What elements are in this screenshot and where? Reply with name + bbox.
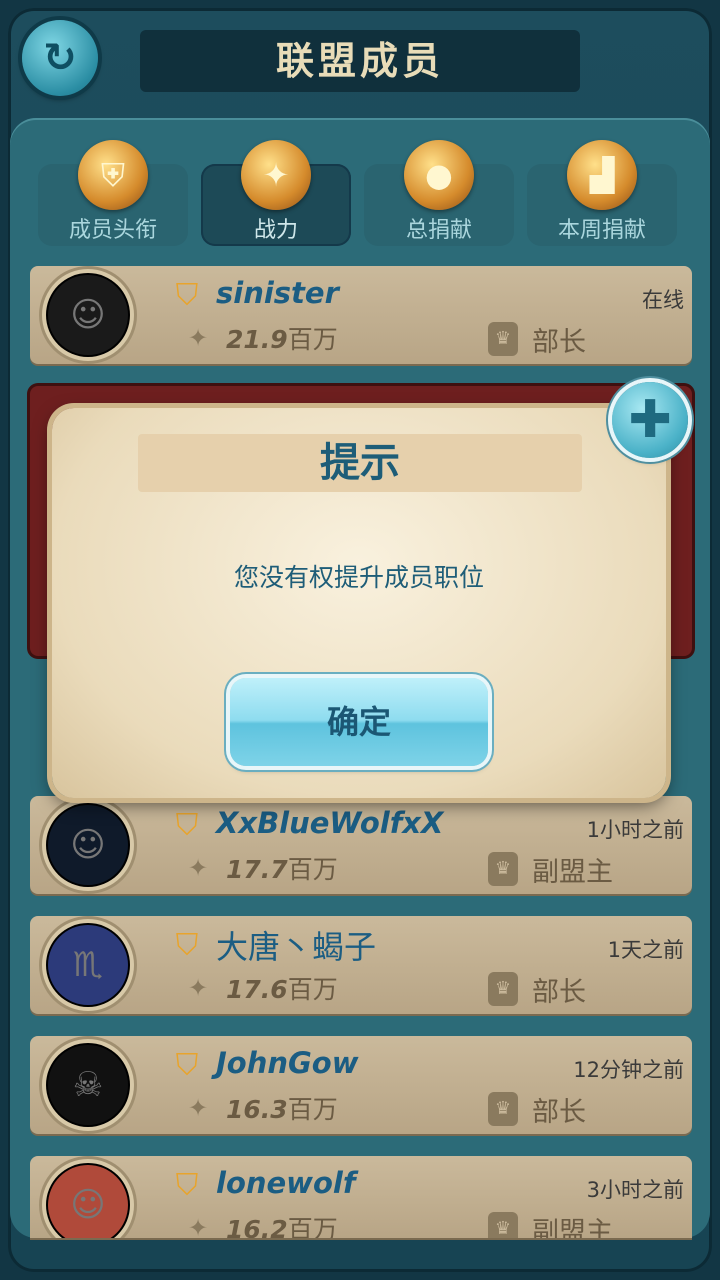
dialog-message: 您没有权提升成员职位 (233, 563, 484, 592)
alert-dialog: 提示 您没有权提升成员职位 确定 (52, 408, 666, 798)
dialog-title: 提示 (320, 440, 400, 486)
confirm-label: 确定 (326, 703, 391, 741)
confirm-button[interactable]: 确定 (230, 678, 488, 766)
close-x-icon: ✚ (628, 390, 672, 450)
close-button[interactable]: ✚ (612, 382, 688, 458)
